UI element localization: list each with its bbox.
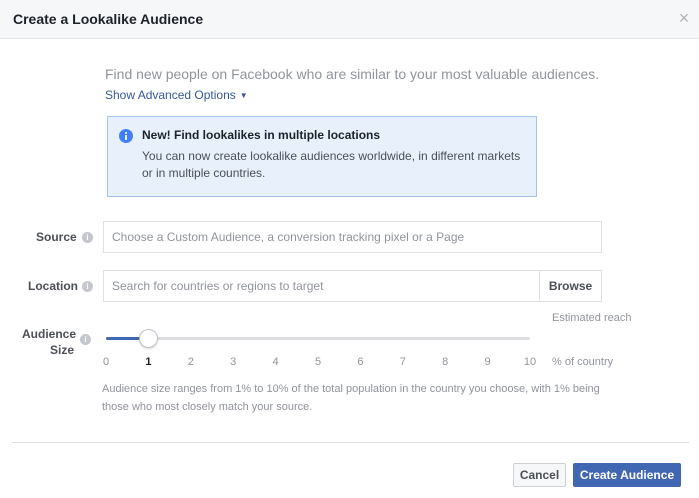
source-input[interactable] — [112, 222, 592, 252]
dialog-header: Create a Lookalike Audience × — [0, 0, 699, 39]
intro-text: Find new people on Facebook who are simi… — [105, 66, 600, 82]
audience-size-note: Audience size ranges from 1% to 10% of t… — [102, 383, 600, 413]
caret-down-icon: ▼ — [239, 91, 248, 100]
slider-tick-1: 1 — [145, 356, 152, 368]
slider-tick-7: 7 — [399, 356, 406, 368]
slider-tick-3: 3 — [230, 356, 237, 368]
source-help-icon[interactable]: i — [82, 232, 93, 243]
audience-size-help-icon[interactable]: i — [80, 334, 91, 345]
footer-divider — [12, 442, 689, 443]
dialog-title: Create a Lookalike Audience — [13, 11, 204, 27]
advanced-link-label: Show Advanced Options — [105, 88, 236, 102]
estimated-reach-label: Estimated reach — [552, 312, 632, 324]
close-icon[interactable]: × — [676, 9, 692, 27]
slider-tick-4: 4 — [272, 356, 279, 368]
slider-tick-10: 10 — [523, 356, 537, 368]
audience-size-label-line1: Audience — [22, 327, 77, 341]
slider-tick-0: 0 — [102, 356, 110, 368]
location-input[interactable] — [112, 271, 532, 301]
create-audience-button[interactable]: Create Audience — [573, 463, 681, 487]
slider-tick-8: 8 — [442, 356, 449, 368]
notice-body: You can now create lookalike audiences w… — [142, 149, 521, 180]
slider-tick-6: 6 — [357, 356, 364, 368]
notice-title: New! Find lookalikes in multiple locatio… — [142, 128, 381, 142]
browse-button[interactable]: Browse — [539, 271, 601, 301]
cancel-button[interactable]: Cancel — [513, 463, 566, 487]
percent-of-country-label: % of country — [552, 356, 614, 368]
slider-tick-2: 2 — [187, 356, 194, 368]
location-label: Location — [28, 279, 78, 293]
audience-size-label-line2: Size — [49, 343, 74, 357]
info-icon — [119, 129, 133, 143]
source-label: Source — [36, 230, 77, 244]
show-advanced-options-link[interactable]: Show Advanced Options ▼ — [105, 88, 248, 102]
source-field[interactable] — [103, 221, 602, 253]
location-field[interactable]: Browse — [103, 270, 602, 302]
audience-size-slider-thumb[interactable] — [139, 329, 159, 348]
lookalike-dialog: Create a Lookalike Audience × Find new p… — [0, 0, 699, 498]
audience-size-label: Audience Size — [22, 326, 77, 358]
slider-tick-5: 5 — [314, 356, 322, 368]
multiple-locations-notice: New! Find lookalikes in multiple locatio… — [107, 116, 537, 197]
slider-tick-9: 9 — [484, 356, 491, 368]
audience-size-slider-track[interactable] — [106, 337, 530, 340]
location-help-icon[interactable]: i — [82, 281, 93, 292]
